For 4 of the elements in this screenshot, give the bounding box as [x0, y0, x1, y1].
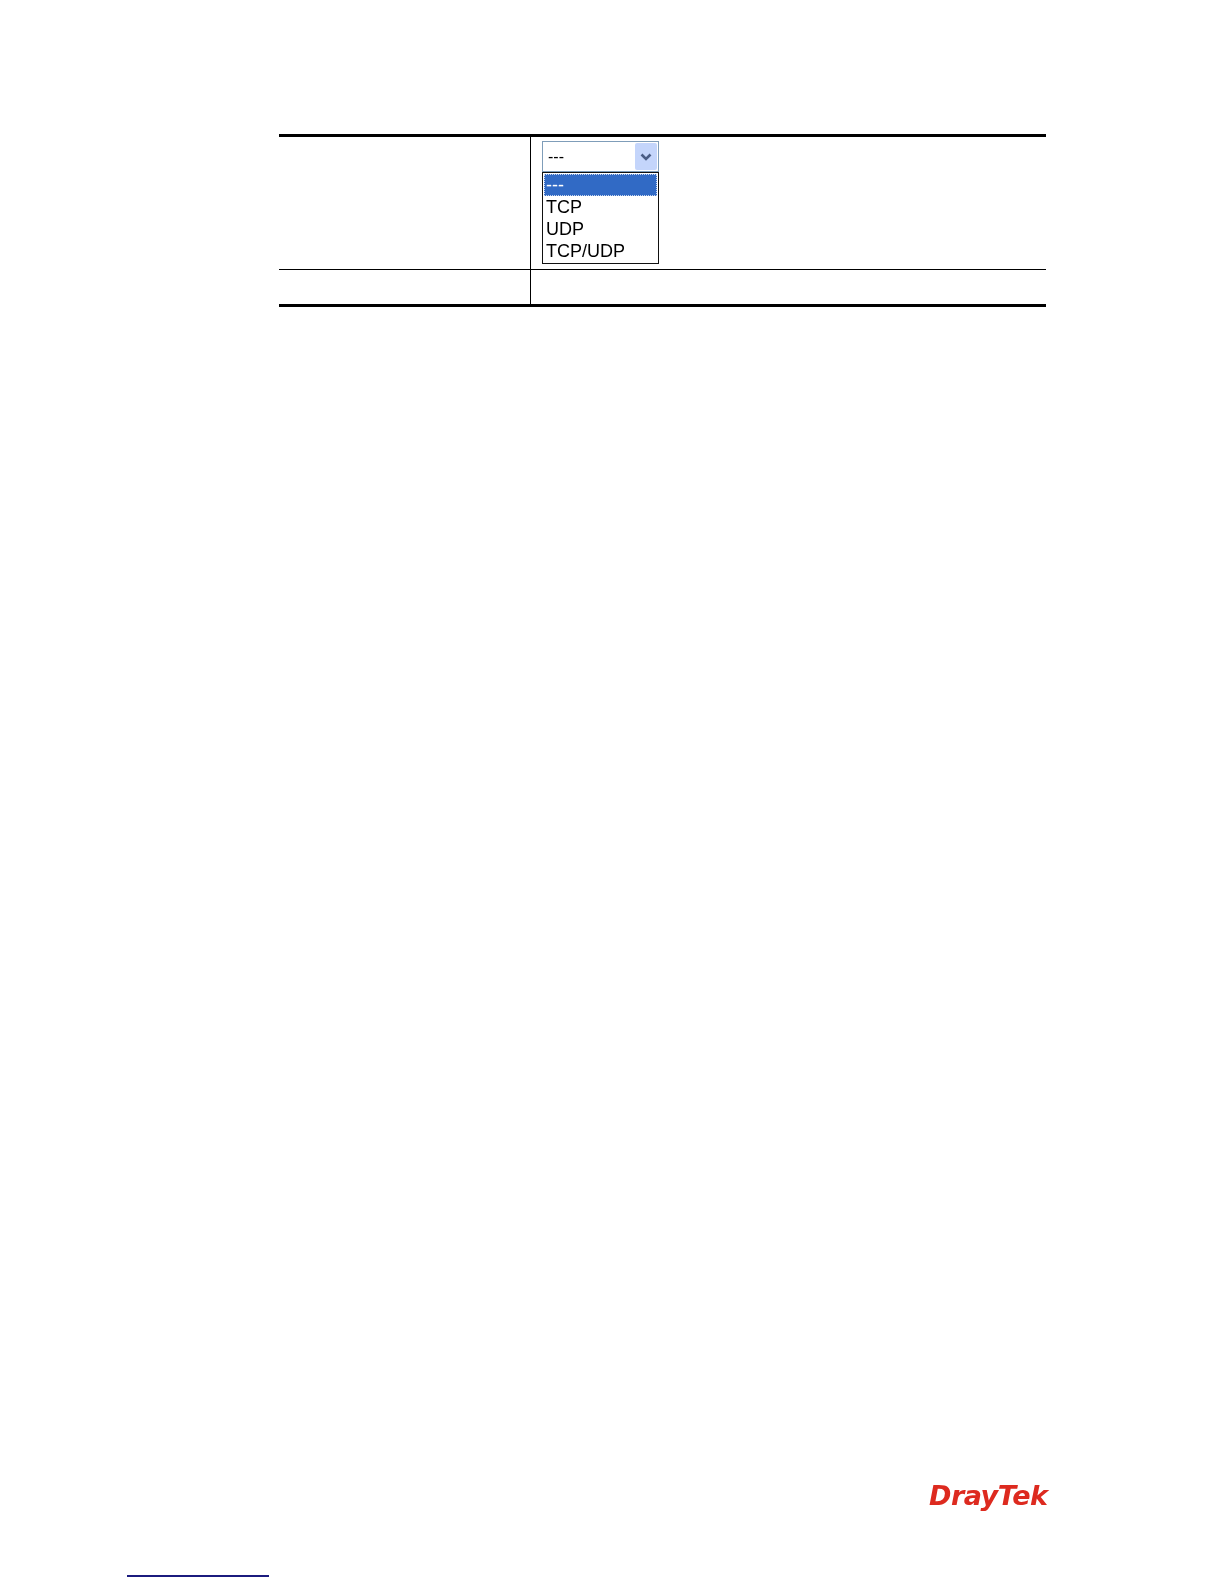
dropdown-select[interactable]: --- [542, 141, 659, 172]
brand-logo: DrayTek [929, 1480, 1048, 1512]
dropdown-option[interactable]: --- [544, 174, 657, 196]
chevron-down-icon[interactable] [635, 143, 657, 170]
